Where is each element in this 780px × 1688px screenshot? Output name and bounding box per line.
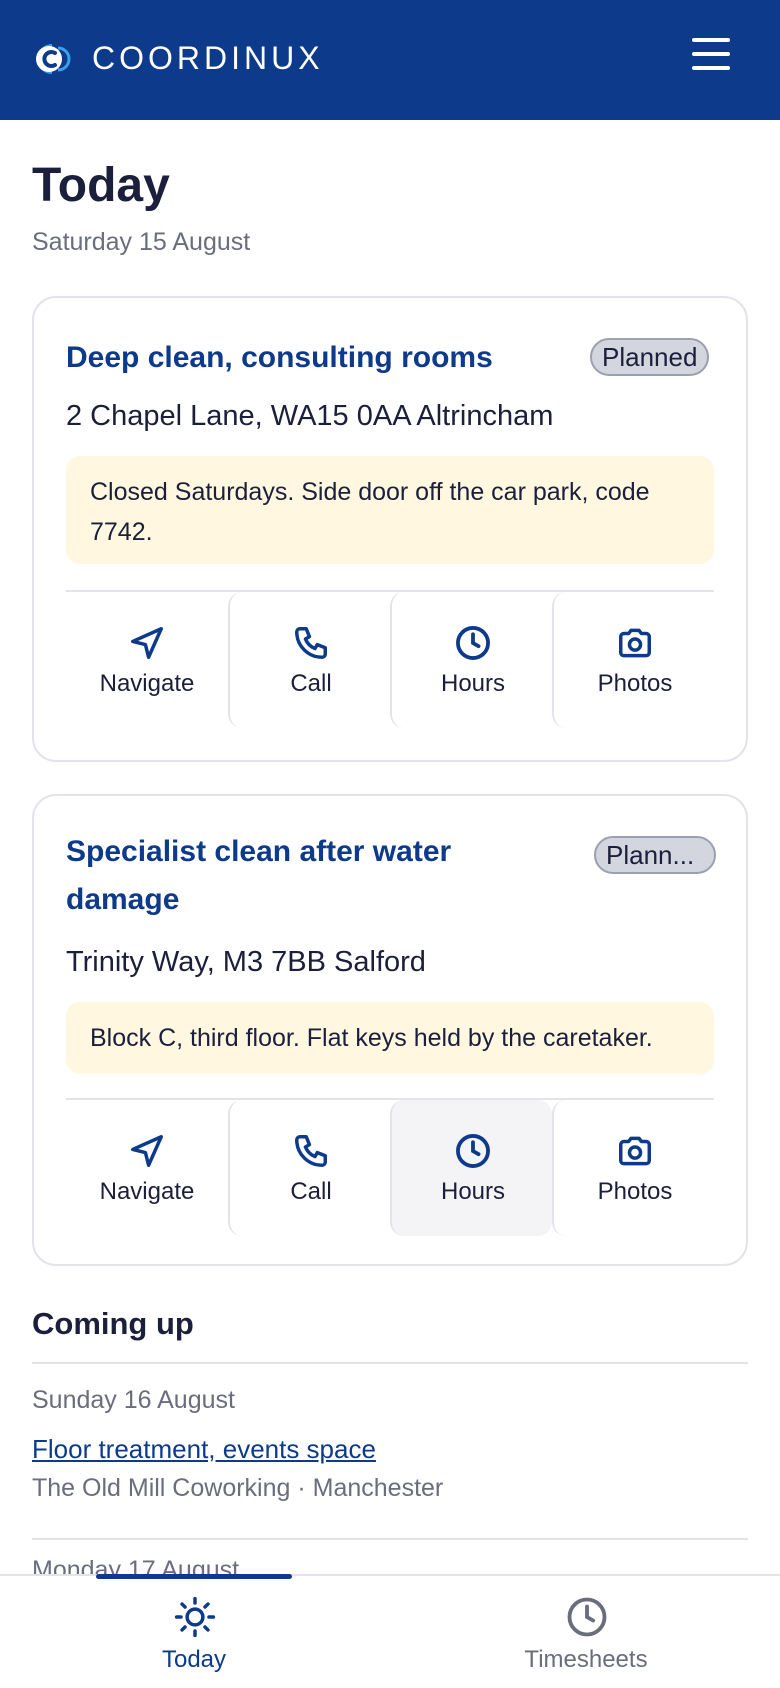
nav-label: Timesheets [524, 1646, 648, 1673]
hours-button[interactable]: Hours [390, 592, 552, 728]
clock-icon [456, 626, 490, 660]
upcoming-date: Sunday 16 August [32, 1386, 235, 1414]
job-address: Trinity Way, M3 7BB Salford [66, 946, 426, 978]
navigate-icon [131, 627, 163, 659]
navigate-button[interactable]: Navigate [66, 592, 228, 728]
call-button[interactable]: Call [228, 592, 390, 728]
action-label: Hours [440, 1178, 506, 1205]
section-title-coming-up: Coming up [32, 1306, 194, 1341]
nav-item-timesheets[interactable]: Timesheets [456, 1576, 716, 1688]
upcoming-job-link[interactable]: Floor treatment, events space [32, 1434, 376, 1465]
status-badge: Planned [590, 338, 710, 376]
job-actions: Navigate Call Hours Photos [66, 592, 714, 728]
action-label: Photos [597, 1178, 673, 1205]
phone-icon [295, 627, 327, 659]
photos-button[interactable]: Photos [552, 592, 714, 728]
divider [32, 1362, 748, 1364]
camera-icon [619, 628, 651, 658]
coordinux-logo-icon [36, 44, 71, 74]
action-label: Photos [597, 670, 673, 697]
action-label: Call [290, 1178, 332, 1205]
phone-icon [295, 1135, 327, 1167]
job-title[interactable]: Deep clean, consulting rooms [66, 334, 566, 382]
camera-icon [619, 1136, 651, 1166]
action-label: Navigate [99, 670, 195, 697]
action-label: Call [290, 670, 332, 697]
bottom-nav: Today Timesheets [0, 1574, 780, 1688]
job-card: Deep clean, consulting rooms Planned 2 C… [32, 296, 748, 762]
page-date: Saturday 15 August [32, 228, 251, 256]
job-note: Closed Saturdays. Side door off the car … [66, 456, 714, 564]
action-label: Hours [440, 670, 506, 697]
clock-icon [456, 1134, 490, 1168]
job-note: Block C, third floor. Flat keys held by … [66, 1002, 714, 1074]
clock-icon [567, 1597, 607, 1637]
action-label: Navigate [99, 1178, 195, 1205]
brand-name: COORDINUX [92, 40, 324, 76]
photos-button[interactable]: Photos [552, 1100, 714, 1236]
job-card: Specialist clean after water damage Plan… [32, 794, 748, 1266]
sun-icon [174, 1596, 216, 1638]
status-badge: Plann... [594, 836, 716, 874]
top-app-bar: COORDINUX [0, 0, 780, 120]
job-title[interactable]: Specialist clean after water damage [66, 828, 506, 924]
navigate-icon [131, 1135, 163, 1167]
nav-item-today[interactable]: Today [64, 1576, 324, 1688]
hours-button[interactable]: Hours [390, 1100, 552, 1236]
navigate-button[interactable]: Navigate [66, 1100, 228, 1236]
page-title: Today [32, 159, 170, 212]
divider [32, 1538, 748, 1540]
call-button[interactable]: Call [228, 1100, 390, 1236]
nav-label: Today [161, 1646, 227, 1673]
hamburger-menu-icon[interactable] [690, 38, 732, 78]
job-actions: Navigate Call Hours Photos [66, 1100, 714, 1236]
active-tab-indicator [96, 1574, 292, 1579]
job-address: 2 Chapel Lane, WA15 0AA Altrincham [66, 400, 554, 432]
upcoming-location: The Old Mill Coworking · Manchester [32, 1474, 444, 1502]
